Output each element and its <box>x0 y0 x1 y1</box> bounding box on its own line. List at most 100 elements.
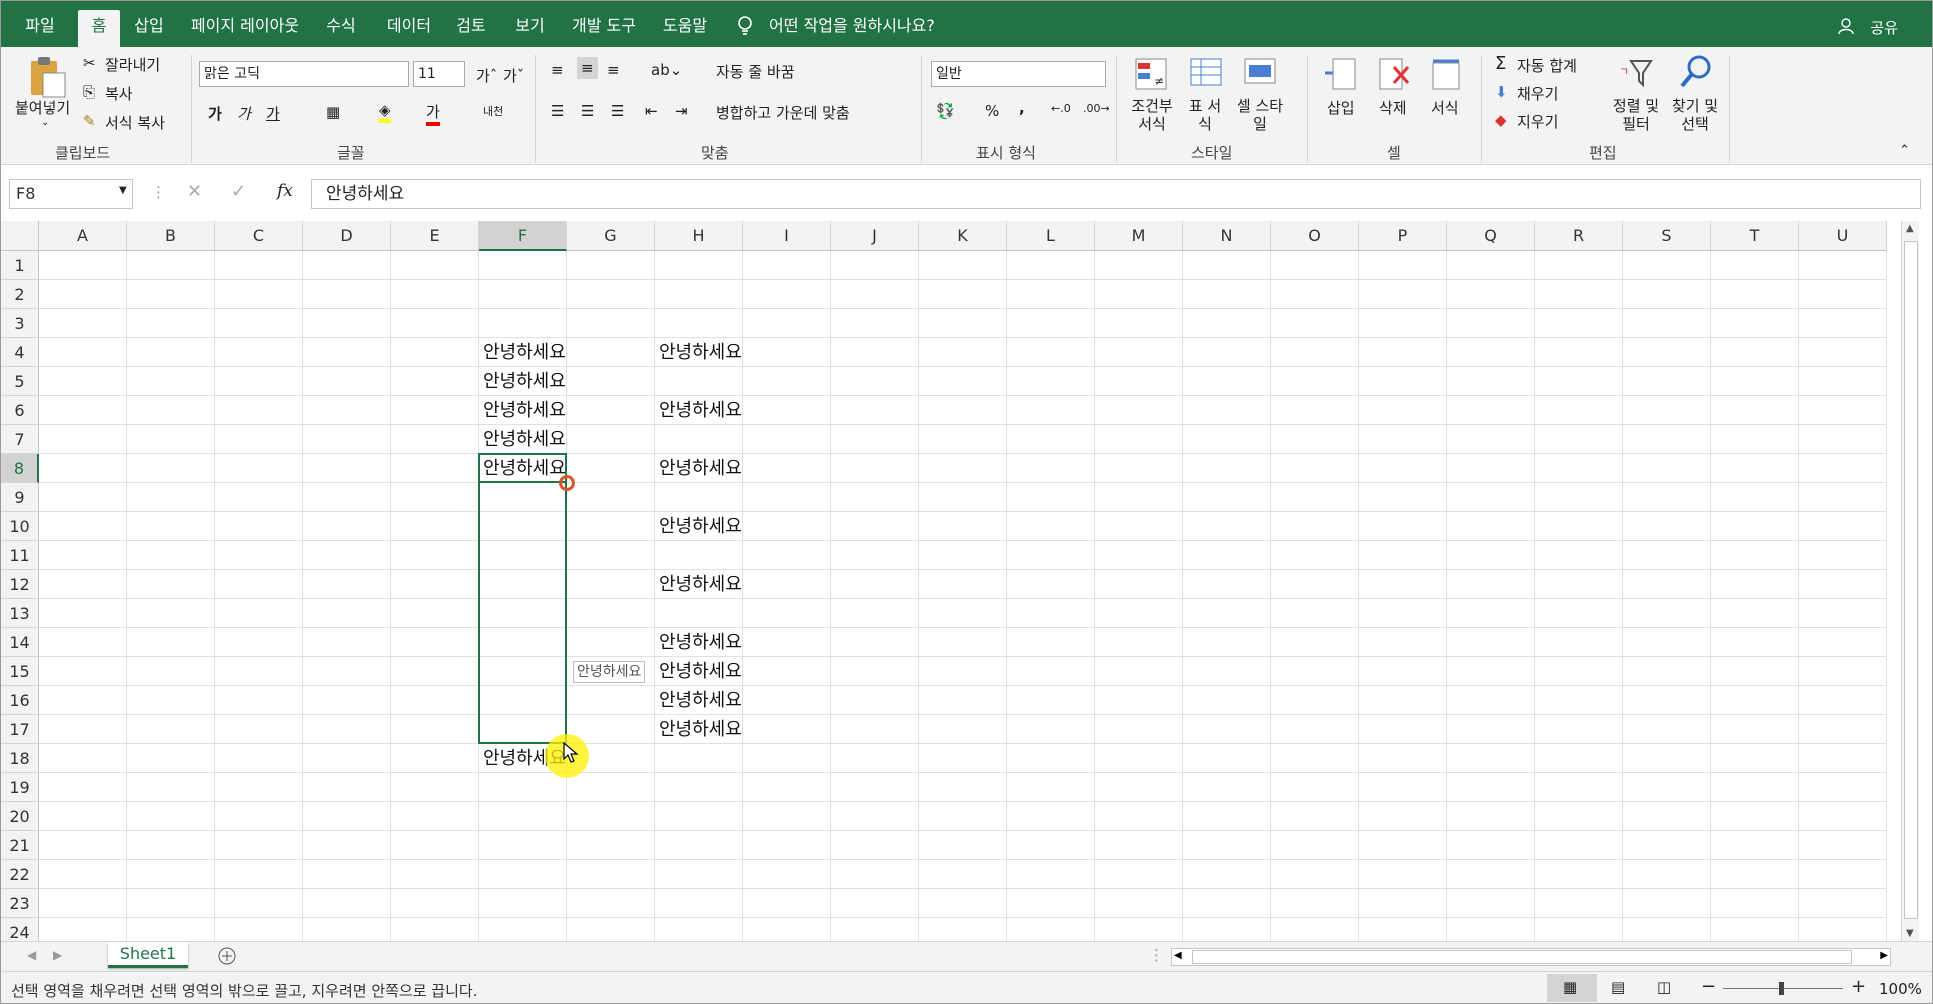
column-header[interactable]: G <box>567 221 655 251</box>
page-layout-view-icon[interactable]: ▤ <box>1611 978 1625 996</box>
cell-styles-button[interactable]: 셀 스타일 <box>1231 97 1289 133</box>
clear-button[interactable]: 지우기 <box>1517 111 1558 132</box>
sort-filter-button[interactable]: 정렬 및 필터 <box>1611 97 1661 133</box>
enter-entry-icon[interactable]: ✓ <box>231 181 246 202</box>
splitter-grip-icon[interactable]: ⋮ <box>1149 946 1164 964</box>
column-header[interactable]: Q <box>1447 221 1535 251</box>
row-header[interactable]: 18 <box>1 744 39 773</box>
cell-H8[interactable]: 안녕하세요 <box>655 454 742 483</box>
cell-F4[interactable]: 안녕하세요 <box>479 338 566 367</box>
sheet-tab-sheet1[interactable]: Sheet1 <box>108 942 188 968</box>
format-cells-icon[interactable] <box>1429 57 1465 93</box>
accounting-format-icon[interactable]: 💱 <box>936 102 955 120</box>
find-select-icon[interactable] <box>1677 53 1715 91</box>
row-header[interactable]: 23 <box>1 889 39 918</box>
insert-cells-button[interactable]: 삽입 <box>1327 97 1355 118</box>
font-name-combo[interactable]: 맑은 고딕 <box>199 61 409 87</box>
collapse-ribbon-icon[interactable]: ⌃ <box>1899 143 1910 158</box>
align-center-icon[interactable]: ☰ <box>581 102 594 120</box>
conditional-format-button[interactable]: 조건부 서식 <box>1129 97 1175 133</box>
zoom-level[interactable]: 100% <box>1879 980 1922 998</box>
fill-color-icon[interactable]: ◈ <box>379 101 391 123</box>
align-right-icon[interactable]: ☰ <box>611 102 624 120</box>
horizontal-scrollbar[interactable]: ◀ ▶ <box>1171 948 1891 966</box>
row-header[interactable]: 14 <box>1 628 39 657</box>
fill-handle[interactable] <box>559 475 575 491</box>
comma-button[interactable]: , <box>1019 99 1025 117</box>
orientation-icon[interactable]: ab⌄ <box>651 61 682 79</box>
cell-H17[interactable]: 안녕하세요 <box>655 715 742 744</box>
zoom-in-icon[interactable]: + <box>1851 976 1866 997</box>
fill-button[interactable]: 채우기 <box>1517 83 1558 104</box>
column-header[interactable]: O <box>1271 221 1359 251</box>
tab-view[interactable]: 보기 <box>508 1 552 47</box>
sheet-next-icon[interactable]: ▶ <box>53 948 62 962</box>
column-header[interactable]: T <box>1711 221 1799 251</box>
row-header[interactable]: 16 <box>1 686 39 715</box>
cell-H12[interactable]: 안녕하세요 <box>655 570 742 599</box>
row-header[interactable]: 3 <box>1 309 39 338</box>
number-format-combo[interactable]: 일반 <box>931 61 1106 87</box>
column-header[interactable]: H <box>655 221 743 251</box>
paste-icon[interactable] <box>27 55 67 99</box>
row-header[interactable]: 11 <box>1 541 39 570</box>
underline-button[interactable]: 가 <box>266 103 280 124</box>
merge-center-button[interactable]: 병합하고 가운데 맞춤 <box>716 102 850 123</box>
page-break-view-icon[interactable]: ◫ <box>1657 978 1671 996</box>
autosum-button[interactable]: 자동 합계 <box>1517 55 1577 76</box>
increase-decimal-icon[interactable]: ←.0 <box>1051 102 1071 115</box>
decrease-indent-icon[interactable]: ⇤ <box>645 102 658 120</box>
row-header[interactable]: 13 <box>1 599 39 628</box>
cell-H6[interactable]: 안녕하세요 <box>655 396 742 425</box>
row-header[interactable]: 2 <box>1 280 39 309</box>
row-header[interactable]: 15 <box>1 657 39 686</box>
column-header[interactable]: K <box>919 221 1007 251</box>
row-header[interactable]: 21 <box>1 831 39 860</box>
insert-cells-icon[interactable] <box>1323 57 1359 93</box>
name-box[interactable]: F8 <box>9 179 133 209</box>
format-cells-button[interactable]: 서식 <box>1431 97 1459 118</box>
row-header[interactable]: 5 <box>1 367 39 396</box>
cancel-entry-icon[interactable]: ✕ <box>187 181 202 202</box>
vertical-scroll-thumb[interactable] <box>1904 241 1918 919</box>
name-box-dropdown-icon[interactable]: ▼ <box>119 185 127 196</box>
copy-button[interactable]: 복사 <box>105 83 133 104</box>
cell-H14[interactable]: 안녕하세요 <box>655 628 742 657</box>
scroll-right-icon[interactable]: ▶ <box>1880 950 1888 961</box>
format-as-table-icon[interactable] <box>1189 57 1225 93</box>
column-header[interactable]: P <box>1359 221 1447 251</box>
align-bottom-icon[interactable]: ≡ <box>607 61 620 79</box>
tab-formulas[interactable]: 수식 <box>319 1 363 47</box>
wrap-text-button[interactable]: 자동 줄 바꿈 <box>716 61 795 82</box>
column-header[interactable]: M <box>1095 221 1183 251</box>
paste-button[interactable]: 붙여넣기 <box>15 97 70 118</box>
cell-H16[interactable]: 안녕하세요 <box>655 686 742 715</box>
fx-icon[interactable]: fx <box>277 181 293 201</box>
zoom-out-icon[interactable]: − <box>1701 976 1716 997</box>
format-painter-button[interactable]: 서식 복사 <box>105 112 165 133</box>
cell-F6[interactable]: 안녕하세요 <box>479 396 566 425</box>
font-size-combo[interactable]: 11 <box>413 61 465 87</box>
find-select-button[interactable]: 찾기 및 선택 <box>1669 97 1721 133</box>
tab-home[interactable]: 홈 <box>78 10 120 47</box>
column-header[interactable]: A <box>39 221 127 251</box>
tell-me-search[interactable]: 어떤 작업을 원하시나요? <box>769 1 935 47</box>
cell-F7[interactable]: 안녕하세요 <box>479 425 566 454</box>
format-as-table-button[interactable]: 표 서식 <box>1185 97 1225 133</box>
column-header[interactable]: R <box>1535 221 1623 251</box>
percent-button[interactable]: % <box>985 102 999 120</box>
worksheet-grid[interactable]: A B C D E F G H I J K L M N O P Q R S T U 1 2 3 4 5 6 7 8 9 10 11 12 13 14… <box>1 221 1901 941</box>
horizontal-scroll-thumb[interactable] <box>1192 950 1852 964</box>
share-button[interactable]: 공유 <box>1870 1 1898 47</box>
column-header[interactable]: U <box>1799 221 1887 251</box>
tab-help[interactable]: 도움말 <box>655 1 715 47</box>
tab-developer[interactable]: 개발 도구 <box>564 1 644 47</box>
delete-cells-button[interactable]: 삭제 <box>1379 97 1407 118</box>
column-header[interactable]: D <box>303 221 391 251</box>
row-header[interactable]: 6 <box>1 396 39 425</box>
row-header[interactable]: 1 <box>1 251 39 280</box>
column-header[interactable]: B <box>127 221 215 251</box>
shrink-font-icon[interactable]: 가ˇ <box>503 65 524 86</box>
tab-review[interactable]: 검토 <box>449 1 493 47</box>
conditional-format-icon[interactable]: ≠ <box>1134 57 1170 93</box>
